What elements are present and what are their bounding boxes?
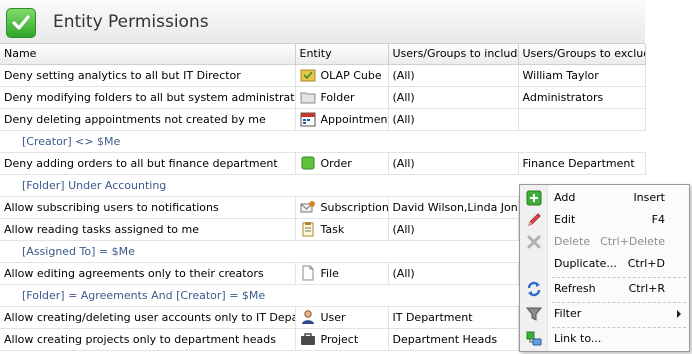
folder-icon [300,92,315,104]
row-name: Deny deleting appointments not created b… [0,108,296,131]
menu-item-shortcut: Ctrl+D [627,257,665,270]
menu-item-label: Refresh [554,282,596,295]
row-entity: Project [320,332,359,346]
row-name: Allow editing agreements only to their c… [0,262,296,285]
order-icon [301,156,314,170]
row-name: Allow reading tasks assigned to me [0,218,296,241]
table-row[interactable]: Deny deleting appointments not created b… [0,108,646,131]
file-icon [302,265,313,281]
menu-item-label: Link to... [554,332,602,345]
row-entity: User [320,310,346,324]
page-title: Entity Permissions [53,12,209,32]
column-header-exclude[interactable]: Users/Groups to exclude [518,44,646,65]
context-menu: Add Insert Edit F4 Delete Ctrl+Delete Du… [519,184,690,352]
row-name: Deny modifying folders to all but system… [0,86,296,109]
task-icon [302,222,313,237]
project-icon [300,333,315,345]
menu-item-duplicate[interactable]: Duplicate... Ctrl+D [520,253,689,275]
row-exclude [518,108,646,131]
row-entity: File [320,266,339,280]
row-entity: Task [320,222,345,236]
menu-item-shortcut: Ctrl+Delete [600,235,665,248]
menu-item-shortcut: Insert [633,191,665,204]
delete-icon [527,235,541,249]
add-icon [526,190,542,206]
row-include: (All) [388,86,519,109]
olap-cube-icon [300,69,315,82]
subscription-icon [300,201,315,213]
menu-item-label: Filter [554,307,582,320]
filter-icon [526,307,542,321]
link-icon [526,331,542,346]
column-header-entity[interactable]: Entity [295,44,389,65]
row-exclude: William Taylor [518,64,646,87]
page-header: Entity Permissions [0,0,645,44]
menu-item-delete[interactable]: Delete Ctrl+Delete [520,231,689,253]
row-include: (All) [388,262,519,285]
row-include: (All) [388,218,519,241]
row-include: David Wilson,Linda Jones [388,196,519,219]
row-include: (All) [388,108,519,131]
menu-item-shortcut: F4 [651,213,665,226]
menu-item-shortcut: Ctrl+R [628,282,665,295]
row-include: IT Department [388,306,519,329]
criteria-text: [Creator] <> $Me [0,130,645,153]
menu-item-link[interactable]: Link to... [520,328,689,350]
criteria-row[interactable]: [Creator] <> $Me [0,130,645,153]
menu-item-filter[interactable]: Filter [520,303,689,325]
checkmark-icon [6,8,36,38]
table-row[interactable]: Deny modifying folders to all but system… [0,86,646,109]
menu-item-label: Edit [554,213,576,226]
user-icon [301,310,314,324]
menu-item-label: Duplicate... [554,257,617,270]
edit-icon [528,213,541,226]
row-entity: Order [320,156,352,170]
menu-item-edit[interactable]: Edit F4 [520,209,689,231]
menu-item-refresh[interactable]: Refresh Ctrl+R [520,278,689,300]
row-entity: Subscription [320,200,388,214]
row-exclude: Finance Department [518,152,646,175]
row-include: Department Heads [388,328,519,351]
appointment-icon [300,112,315,127]
row-name: Deny adding orders to all but finance de… [0,152,296,175]
row-exclude: Administrators [518,86,646,109]
table-row[interactable]: Deny adding orders to all but finance de… [0,152,646,175]
grid-header-row: Name Entity Users/Groups to include User… [0,44,646,65]
menu-item-label: Delete [554,235,591,248]
row-name: Allow creating/deleting user accounts on… [0,306,296,329]
row-include: (All) [388,152,519,175]
row-name: Deny setting analytics to all but IT Dir… [0,64,296,87]
row-name: Allow creating projects only to departme… [0,328,296,351]
refresh-icon [527,281,541,297]
column-header-include[interactable]: Users/Groups to include [388,44,519,65]
row-entity: Appointment [320,112,388,126]
column-header-name[interactable]: Name [0,44,296,65]
table-row[interactable]: Deny setting analytics to all but IT Dir… [0,64,646,87]
row-name: Allow subscribing users to notifications [0,196,296,219]
submenu-arrow-icon [677,310,681,318]
row-entity: OLAP Cube [320,68,382,82]
row-include: (All) [388,64,519,87]
menu-item-add[interactable]: Add Insert [520,187,689,209]
menu-item-label: Add [554,191,576,204]
row-entity: Folder [320,90,355,104]
